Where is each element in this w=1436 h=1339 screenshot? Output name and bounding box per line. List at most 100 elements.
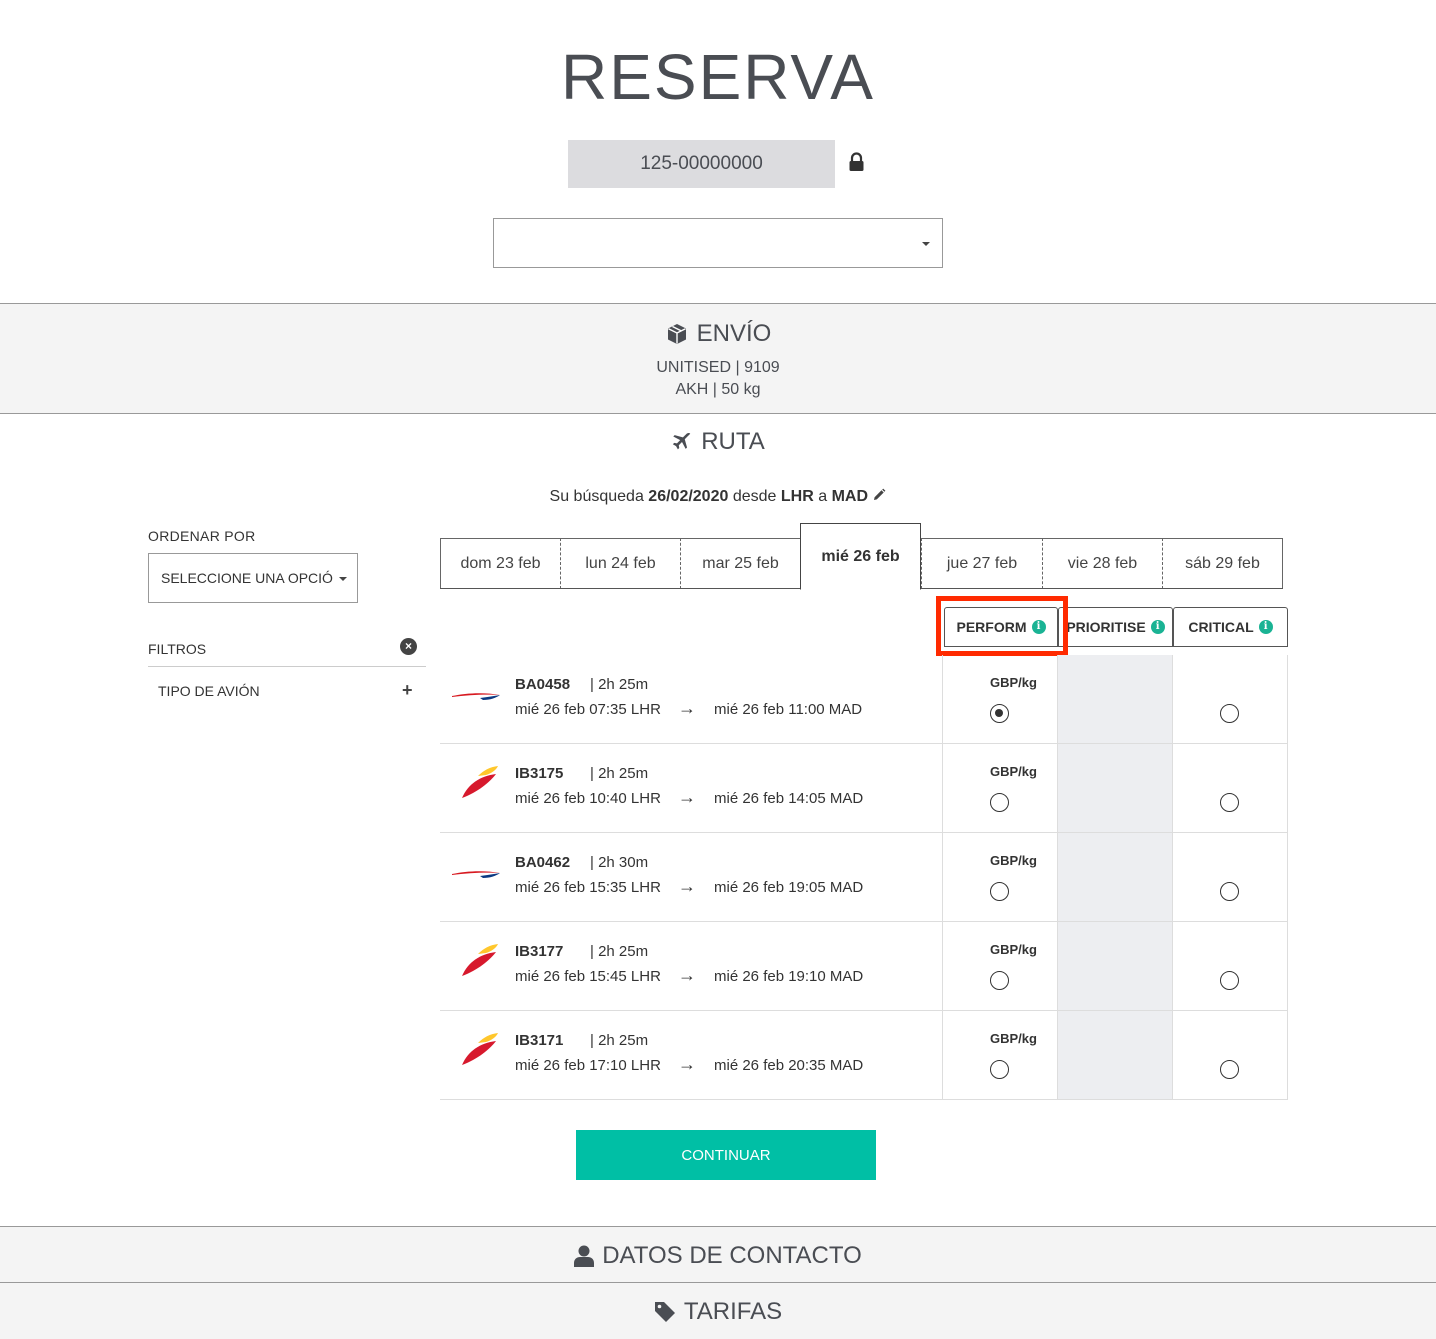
day-tab[interactable]: vie 28 feb (1042, 538, 1163, 589)
british-airways-logo (452, 871, 500, 878)
flight-code: IB3175 (515, 765, 563, 782)
flight-arrival: mié 26 feb 20:35 MAD (714, 1057, 864, 1074)
flight-code: BA0462 (515, 854, 570, 871)
user-icon (574, 1245, 595, 1267)
critical-radio[interactable] (1220, 882, 1239, 901)
flight-duration: | 2h 25m (590, 676, 649, 693)
service-tab-label: CRITICAL (1188, 619, 1254, 635)
sort-label: ORDENAR POR (148, 528, 256, 544)
filter-aircraft-type[interactable]: TIPO DE AVIÓN (158, 683, 260, 699)
flight-code: IB3171 (515, 1032, 563, 1049)
chevron-down-icon (922, 242, 930, 246)
price-unit: GBP/kg (990, 942, 1037, 957)
day-tab[interactable]: sáb 29 feb (1162, 538, 1283, 589)
flight-arrival: mié 26 feb 19:10 MAD (714, 968, 864, 985)
day-tab[interactable]: jue 27 feb (921, 538, 1043, 589)
box-icon (667, 324, 686, 344)
flight-row[interactable]: IB3171 | 2h 25m mié 26 feb 17:10 LHR → m… (440, 1011, 1288, 1100)
envio-heading: ENVÍO (0, 320, 1436, 348)
search-date: 26/02/2020 (648, 488, 729, 505)
critical-radio[interactable] (1220, 1060, 1239, 1079)
envio-heading-label: ENVÍO (696, 320, 772, 347)
search-destination: MAD (831, 488, 869, 505)
flight-code-text: BA0458 (515, 676, 571, 693)
arrow-right-icon: → (678, 698, 696, 718)
iberia-logo (462, 766, 498, 798)
critical-radio[interactable] (1220, 704, 1239, 723)
search-summary: Su búsqueda 26/02/2020 desde LHR a MAD (0, 488, 1436, 506)
clear-filters-icon[interactable]: × (400, 638, 417, 655)
flight-code: BA0458 (515, 676, 570, 693)
day-tab[interactable]: mar 25 feb (680, 538, 801, 589)
perform-radio[interactable] (990, 882, 1009, 901)
contact-section[interactable]: DATOS DE CONTACTO (0, 1226, 1436, 1283)
service-tab-perform[interactable]: PERFORM i (944, 607, 1058, 647)
flight-code-text: BA0462 (515, 854, 571, 871)
search-from-word: desde (732, 488, 777, 505)
flight-arrival: mié 26 feb 11:00 MAD (714, 701, 863, 718)
rates-heading: TARIFAS (683, 1297, 783, 1325)
sort-select-value: SELECCIONE UNA OPCIÓ (161, 570, 333, 586)
flight-arrival: mié 26 feb 14:05 MAD (714, 790, 864, 807)
day-tab-active[interactable]: mié 26 feb (800, 523, 921, 590)
flight-departure: mié 26 feb 15:35 LHR (515, 879, 661, 896)
chevron-down-icon (339, 577, 347, 581)
arrow-right-icon: → (678, 1054, 696, 1074)
top-select[interactable] (493, 218, 943, 268)
awb-number-field: 125-00000000 (568, 140, 835, 188)
lock-icon (849, 152, 864, 171)
flight-row[interactable]: IB3177 | 2h 25m mié 26 feb 15:45 LHR → m… (440, 922, 1288, 1011)
contact-heading: DATOS DE CONTACTO (602, 1241, 862, 1269)
tag-icon (654, 1301, 675, 1322)
price-unit: GBP/kg (990, 675, 1037, 690)
flight-row[interactable]: IB3175 | 2h 25m mié 26 feb 10:40 LHR → m… (440, 744, 1288, 833)
price-unit: GBP/kg (990, 1031, 1037, 1046)
flight-code-text: IB3171 (515, 1032, 564, 1049)
pencil-icon[interactable] (872, 488, 886, 502)
critical-radio[interactable] (1220, 793, 1239, 812)
service-tab-prioritise[interactable]: PRIORITISE i (1058, 607, 1173, 647)
flight-row[interactable]: BA0462 | 2h 30m mié 26 feb 15:35 LHR → m… (440, 833, 1288, 922)
info-icon[interactable]: i (1150, 620, 1165, 634)
search-prefix: Su búsqueda (549, 488, 644, 505)
critical-radio[interactable] (1220, 971, 1239, 990)
info-icon[interactable]: i (1258, 620, 1273, 634)
flight-arrival: mié 26 feb 19:05 MAD (714, 879, 864, 896)
iberia-logo (462, 944, 498, 976)
service-tab-critical[interactable]: CRITICAL i (1173, 607, 1288, 647)
page-title: RESERVA (561, 41, 875, 113)
flight-duration: | 2h 25m (590, 1032, 649, 1049)
flight-duration: | 2h 25m (590, 943, 649, 960)
perform-radio[interactable] (990, 793, 1009, 812)
service-tab-label: PRIORITISE (1066, 619, 1146, 635)
flight-code-text: IB3177 (515, 943, 564, 960)
envio-section: ENVÍO UNITISED | 9109 AKH | 50 kg (0, 303, 1436, 414)
price-unit: GBP/kg (990, 764, 1037, 779)
arrow-right-icon: → (678, 787, 696, 807)
flight-code-text: IB3175 (515, 765, 564, 782)
day-tab[interactable]: dom 23 feb (440, 538, 561, 589)
perform-radio[interactable] (990, 704, 1009, 723)
info-icon[interactable]: i (1031, 620, 1046, 634)
service-tab-label: PERFORM (956, 619, 1027, 635)
ruta-heading-label: RUTA (701, 428, 765, 455)
rates-section[interactable]: TARIFAS (0, 1282, 1436, 1339)
ruta-heading: RUTA (0, 428, 1436, 456)
search-to-word: a (818, 488, 828, 505)
envio-line-2: AKH | 50 kg (675, 381, 761, 398)
filters-label: FILTROS (148, 641, 207, 657)
flight-departure: mié 26 feb 10:40 LHR (515, 790, 661, 807)
day-tab[interactable]: lun 24 feb (560, 538, 681, 589)
flight-row[interactable]: BA0458 | 2h 25m mié 26 feb 07:35 LHR → m… (440, 655, 1288, 744)
flight-departure: mié 26 feb 15:45 LHR (515, 968, 661, 985)
perform-radio[interactable] (990, 971, 1009, 990)
sort-select[interactable]: SELECCIONE UNA OPCIÓ (148, 553, 358, 603)
flight-departure: mié 26 feb 17:10 LHR (515, 1057, 661, 1074)
search-origin: LHR (780, 488, 814, 505)
perform-radio[interactable] (990, 1060, 1009, 1079)
expand-plus-icon[interactable]: + (402, 680, 413, 701)
continue-button[interactable]: CONTINUAR (576, 1130, 876, 1180)
flight-code: IB3177 (515, 943, 563, 960)
flight-duration: | 2h 30m (590, 854, 649, 871)
british-airways-logo (452, 693, 500, 700)
